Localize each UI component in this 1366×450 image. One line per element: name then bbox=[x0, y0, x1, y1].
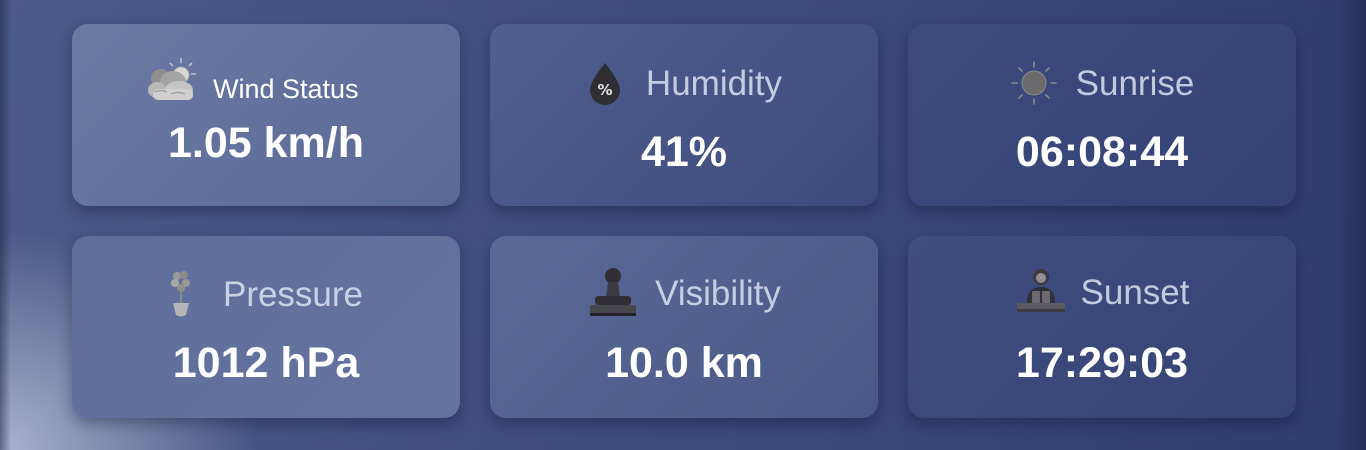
sun-icon bbox=[1010, 61, 1058, 105]
humidity-label: Humidity bbox=[645, 63, 783, 103]
card-header: Visibility bbox=[490, 267, 878, 319]
plant-pot-icon bbox=[169, 269, 193, 319]
visibility-label: Visibility bbox=[655, 273, 781, 313]
card-header: Wind Status bbox=[72, 56, 460, 104]
humidity-drop-icon: % bbox=[586, 61, 624, 105]
svg-text:%: % bbox=[597, 81, 612, 99]
visibility-card: Visibility 10.0 km bbox=[490, 236, 878, 418]
stamp-icon bbox=[587, 267, 639, 319]
wind-status-value: 1.05 km/h bbox=[168, 119, 364, 167]
sunrise-label: Sunrise bbox=[1075, 63, 1195, 103]
card-header: Sunrise bbox=[908, 61, 1296, 105]
person-desk-icon bbox=[1015, 267, 1067, 317]
humidity-card: % Humidity 41% bbox=[490, 24, 878, 206]
humidity-value: 41% bbox=[640, 128, 728, 176]
sunrise-value: 06:08:44 bbox=[1015, 128, 1189, 176]
panel-edge-left bbox=[0, 0, 11, 450]
cloud-sun-icon bbox=[147, 56, 199, 102]
wind-status-label: Wind Status bbox=[213, 74, 359, 104]
sunrise-card: Sunrise 06:08:44 bbox=[908, 24, 1296, 206]
weather-highlights-panel: Wind Status 1.05 km/h % Humidity 41% Sun… bbox=[0, 0, 1366, 450]
sunset-label: Sunset bbox=[1080, 272, 1190, 312]
sunset-card: Sunset 17:29:03 bbox=[908, 236, 1296, 418]
panel-edge-right bbox=[1336, 0, 1366, 450]
sunset-value: 17:29:03 bbox=[1015, 339, 1189, 387]
pressure-label: Pressure bbox=[222, 274, 364, 314]
card-header: Pressure bbox=[72, 269, 460, 319]
card-header: % Humidity bbox=[490, 61, 878, 105]
wind-status-card: Wind Status 1.05 km/h bbox=[72, 24, 460, 206]
card-header: Sunset bbox=[908, 267, 1296, 317]
visibility-value: 10.0 km bbox=[605, 339, 763, 387]
pressure-card: Pressure 1012 hPa bbox=[72, 236, 460, 418]
pressure-value: 1012 hPa bbox=[172, 339, 360, 387]
